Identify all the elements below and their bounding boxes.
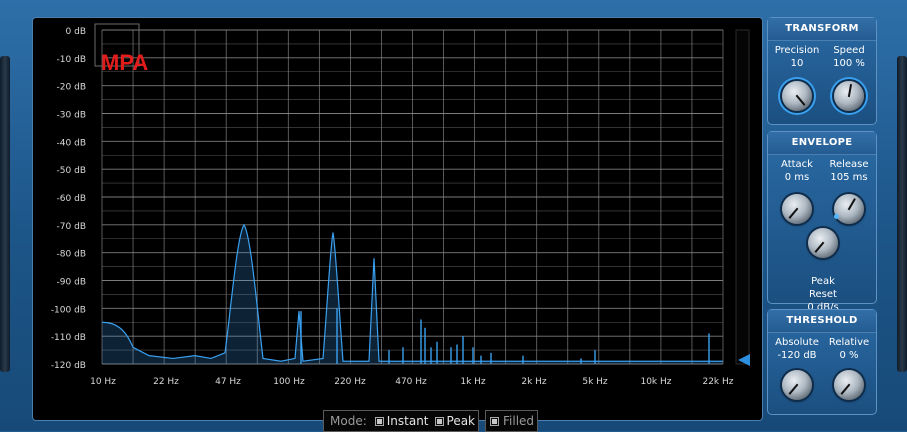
relative-label: Relative [828, 337, 870, 348]
freq-axis-label: 100 Hz [273, 377, 305, 387]
release-knob[interactable] [834, 194, 864, 224]
envelope-panel: ENVELOPE Attack 0 ms Release 105 ms Peak… [767, 131, 877, 313]
release-value: 105 ms [830, 172, 868, 183]
speed-label: Speed [833, 45, 865, 56]
precision-knob[interactable] [782, 81, 812, 111]
speed-control: Speed 100 % [824, 44, 874, 70]
db-axis-label: -50 dB [57, 166, 86, 176]
absolute-knob-pointer [788, 383, 799, 395]
filled-checkbox[interactable] [490, 416, 499, 426]
freq-axis-label: 22k Hz [702, 377, 733, 387]
mpa-logo: MPA [101, 50, 148, 75]
freq-axis-label: 1k Hz [460, 377, 486, 387]
mode-peak-label: Peak [446, 414, 476, 428]
absolute-label: Absolute [775, 337, 819, 348]
mode-instant-label: Instant [386, 414, 429, 428]
freq-axis-label: 10 Hz [90, 377, 116, 387]
mode-label: Mode: [330, 414, 367, 428]
threshold-panel: THRESHOLD Absolute -120 dB Relative 0 % [767, 309, 877, 415]
db-axis-label: 0 dB [66, 27, 86, 37]
relative-control: Relative 0 % [824, 336, 874, 362]
release-knob-marker [834, 214, 839, 219]
db-axis-label: -70 dB [57, 222, 86, 232]
speed-knob[interactable] [834, 81, 864, 111]
filled-toggle[interactable]: Filled [485, 410, 538, 432]
precision-label: Precision [774, 45, 820, 56]
db-axis-label: -10 dB [57, 55, 86, 65]
peak-reset-knob[interactable] [808, 228, 838, 258]
db-axis-label: -120 dB [51, 361, 86, 371]
relative-value: 0 % [839, 350, 859, 361]
peak-reset-knob-pointer [814, 241, 825, 253]
db-axis-label: -20 dB [57, 83, 86, 93]
relative-knob[interactable] [834, 370, 864, 400]
transform-panel: TRANSFORM Precision 10 Speed 100 % [767, 17, 877, 125]
analyzer-display: 0 dB -10 dB -20 dB -30 dB -40 dB -50 dB -60 dB… [32, 17, 763, 432]
precision-value: 10 [790, 58, 804, 69]
freq-axis-label: 5k Hz [582, 377, 608, 387]
db-axis-label: -30 dB [57, 111, 86, 121]
attack-label: Attack [781, 159, 813, 170]
envelope-title: ENVELOPE [768, 132, 876, 155]
mode-selector: Mode: Instant Peak [323, 410, 479, 432]
db-axis-label: -80 dB [57, 250, 86, 260]
freq-axis-label: 470 Hz [395, 377, 427, 387]
absolute-control: Absolute -120 dB [772, 336, 822, 362]
db-axis-label: -40 dB [57, 138, 86, 148]
freq-axis-label: 220 Hz [334, 377, 366, 387]
freq-axis-label: 47 Hz [215, 377, 241, 387]
db-axis-label: -90 dB [57, 278, 86, 288]
transform-title: TRANSFORM [768, 18, 876, 41]
peak-reset-label: Peak Reset [809, 276, 837, 300]
freq-axis-label: 2k Hz [521, 377, 547, 387]
freq-axis-label: 10k Hz [640, 377, 671, 387]
left-rack-rail [0, 56, 10, 372]
level-meter [735, 29, 750, 365]
attack-control: Attack 0 ms [772, 158, 822, 184]
filled-label: Filled [503, 414, 535, 428]
release-knob-pointer [847, 198, 856, 211]
mode-instant-option[interactable]: Instant [374, 414, 429, 428]
attack-value: 0 ms [784, 172, 810, 183]
right-rack-rail [897, 56, 907, 372]
speed-knob-pointer [847, 84, 853, 98]
release-label: Release [829, 159, 869, 170]
mode-instant-checkbox[interactable] [374, 416, 384, 426]
spectrum-analyzer: 0 dB -10 dB -20 dB -30 dB -40 dB -50 dB -60 dB… [51, 23, 750, 387]
relative-knob-pointer [840, 383, 851, 395]
freq-axis-label: 22 Hz [153, 377, 179, 387]
attack-knob[interactable] [782, 194, 812, 224]
absolute-knob[interactable] [782, 370, 812, 400]
attack-knob-pointer [788, 207, 799, 219]
db-axis-label: -60 dB [57, 194, 86, 204]
absolute-value: -120 dB [777, 350, 817, 361]
threshold-title: THRESHOLD [768, 310, 876, 333]
precision-control: Precision 10 [772, 44, 822, 70]
db-axis-label: -110 dB [51, 333, 86, 343]
precision-knob-pointer [795, 94, 806, 106]
speed-value: 100 % [833, 58, 865, 69]
mode-peak-option[interactable]: Peak [434, 414, 476, 428]
release-control: Release 105 ms [824, 158, 874, 184]
mode-peak-checkbox[interactable] [434, 416, 444, 426]
db-axis-label: -100 dB [51, 305, 86, 315]
